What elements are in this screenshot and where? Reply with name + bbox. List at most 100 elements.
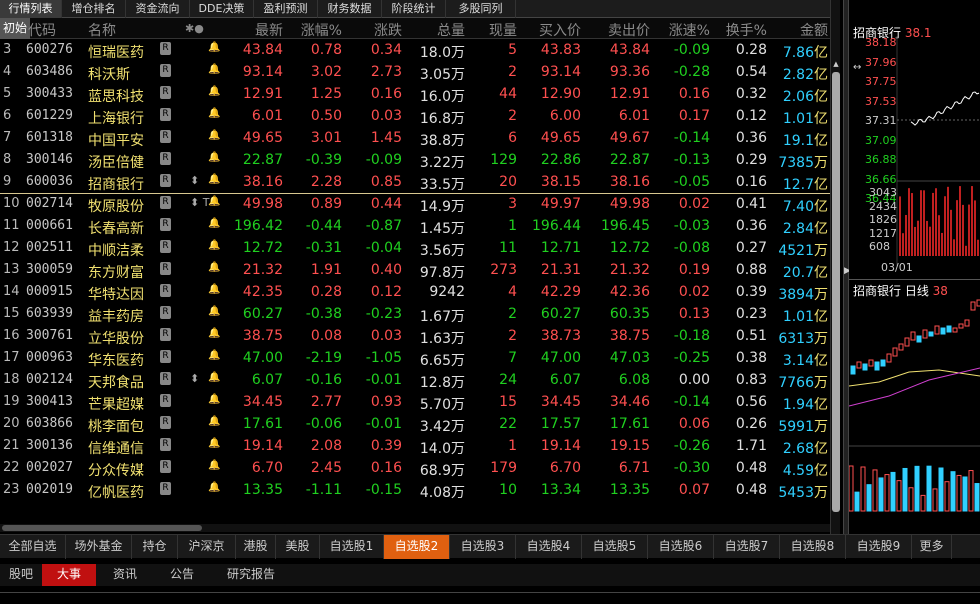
watchlist-tab[interactable]: 沪深京 <box>178 535 236 559</box>
bell-icon[interactable]: 🔔 <box>208 152 220 163</box>
cell-amount: 2.82亿 <box>782 67 828 83</box>
watchlist-tab[interactable]: 全部自选 <box>0 535 66 559</box>
watchlist-tab[interactable]: 自选股5 <box>582 535 648 559</box>
cell-vol: 3.05万 <box>419 67 465 83</box>
watchlist-tab[interactable]: 自选股6 <box>648 535 714 559</box>
top-tab[interactable]: 增仓排名 <box>62 0 126 18</box>
table-row[interactable]: 12 002511 中顺洁柔 R 🔔 12.72 -0.31 -0.04 3.56万 11 12.7… <box>0 238 830 260</box>
table-row[interactable]: 4 603486 科沃斯 R 🔔 93.14 3.02 2.73 3.05万 2 93.14 93.3… <box>0 62 830 84</box>
bell-icon[interactable]: 🔔 <box>208 240 220 251</box>
bell-icon[interactable]: 🔔 <box>208 372 220 383</box>
table-row[interactable]: 14 000915 华特达因 R 🔔 42.35 0.28 0.12 9242 4 42.29 42.… <box>0 282 830 304</box>
table-row[interactable]: 6 601229 上海银行 R 🔔 6.01 0.50 0.03 16.8万 2 6.00 6.01 0… <box>0 106 830 128</box>
table-row[interactable]: 13 300059 东方财富 R 🔔 21.32 1.91 0.40 97.8万 273 21.31… <box>0 260 830 282</box>
top-tab[interactable]: 多股同列 <box>446 0 516 18</box>
table-row[interactable]: 9 600036 招商银行 R ⬍ 🔔 38.16 2.28 0.85 33.5万 20 38.15 3… <box>0 172 830 194</box>
watchlist-tab[interactable]: 港股 <box>236 535 276 559</box>
volume-label: 3043 <box>869 186 897 199</box>
bell-icon[interactable]: 🔔 <box>208 416 220 427</box>
top-tab[interactable]: 阶段统计 <box>382 0 446 18</box>
table-row[interactable]: 19 300413 芒果超媒 R 🔔 34.45 2.77 0.93 5.70万 15 34.45 3… <box>0 392 830 414</box>
top-tab[interactable]: 盈利预测 <box>254 0 318 18</box>
bell-icon[interactable]: 🔔 <box>208 64 220 75</box>
scroll-thumb[interactable] <box>832 72 840 512</box>
stock-name: 上海银行 <box>88 111 144 127</box>
col-chgpct[interactable]: 涨幅% <box>301 20 342 40</box>
volume-bar <box>971 186 973 256</box>
bell-icon[interactable]: 🔔 <box>208 108 220 119</box>
cell-turn: 0.36 <box>735 130 767 146</box>
bell-icon[interactable]: 🔔 <box>208 306 220 317</box>
bell-icon[interactable]: 🔔 <box>208 86 220 97</box>
bell-icon[interactable]: 🔔 <box>208 196 220 207</box>
bell-icon[interactable]: 🔔 <box>208 350 220 361</box>
news-tab[interactable]: 资讯 <box>96 564 154 586</box>
table-row[interactable]: 15 603939 益丰药房 R 🔔 60.27 -0.38 -0.23 1.67万 2 60.27… <box>0 304 830 326</box>
watchlist-tab[interactable]: 更多 <box>912 535 952 559</box>
hscroll-thumb[interactable] <box>2 525 202 531</box>
news-tab[interactable]: 股吧 <box>0 564 42 586</box>
top-tab[interactable]: 行情列表 <box>0 0 62 18</box>
bell-icon[interactable]: 🔔 <box>208 42 220 53</box>
watchlist-tab[interactable]: 自选股2 <box>384 535 450 559</box>
watchlist-tab[interactable]: 持仓 <box>132 535 178 559</box>
cell-ask: 6.01 <box>618 108 650 124</box>
watchlist-tab[interactable]: 自选股4 <box>516 535 582 559</box>
bell-icon[interactable]: 🔔 <box>208 174 220 185</box>
horizontal-scrollbar[interactable] <box>0 524 830 532</box>
table-row[interactable]: 17 000963 华东医药 R 🔔 47.00 -2.19 -1.05 6.65万 7 47.00… <box>0 348 830 370</box>
col-code[interactable]: 代码 <box>28 20 56 40</box>
table-row[interactable]: 21 300136 信维通信 R 🔔 19.14 2.08 0.39 14.0万 1 19.14 19… <box>0 436 830 458</box>
top-tab[interactable]: 财务数据 <box>318 0 382 18</box>
table-row[interactable]: 11 000661 长春高新 R 🔔 196.42 -0.44 -0.87 1.45万 1 196.… <box>0 216 830 238</box>
table-row[interactable]: 18 002124 天邦食品 R ⬍ 🔔 6.07 -0.16 -0.01 12.8万 24 6.07… <box>0 370 830 392</box>
bell-icon[interactable]: 🔔 <box>208 482 220 493</box>
col-ask[interactable]: 卖出价 <box>608 20 650 40</box>
watchlist-tab[interactable]: 自选股8 <box>780 535 846 559</box>
bell-icon[interactable]: 🔔 <box>208 394 220 405</box>
table-row[interactable]: 23 002019 亿帆医药 R 🔔 13.35 -1.11 -0.15 4.08万 10 13.3… <box>0 480 830 502</box>
col-vol[interactable]: 总量 <box>437 20 465 40</box>
bell-icon[interactable]: 🔔 <box>208 460 220 471</box>
bell-icon[interactable]: 🔔 <box>208 218 220 229</box>
news-tab[interactable]: 研究报告 <box>210 564 292 586</box>
table-row[interactable]: 16 300761 立华股份 R 🔔 38.75 0.08 0.03 1.63万 2 38.73 38… <box>0 326 830 348</box>
col-amount[interactable]: 金额 <box>800 20 828 40</box>
col-chg[interactable]: 涨跌 <box>374 20 402 40</box>
watchlist-tab[interactable]: 自选股9 <box>846 535 912 559</box>
table-row[interactable]: 8 300146 汤臣倍健 R 🔔 22.87 -0.39 -0.09 3.22万 129 22.8… <box>0 150 830 172</box>
top-tab[interactable]: DDE决策 <box>190 0 254 18</box>
watchlist-tab[interactable]: 美股 <box>276 535 320 559</box>
col-name[interactable]: 名称 <box>88 20 116 40</box>
scroll-up-icon[interactable]: ▲ <box>832 60 840 70</box>
col-last[interactable]: 最新 <box>255 20 283 40</box>
table-row[interactable]: 20 603866 桃李面包 R 🔔 17.61 -0.06 -0.01 3.42万 22 17.5… <box>0 414 830 436</box>
table-row[interactable]: 3 600276 恒瑞医药 R 🔔 43.84 0.78 0.34 18.0万 5 43.83 43.… <box>0 40 830 62</box>
watchlist-tab[interactable]: 自选股1 <box>320 535 384 559</box>
bell-icon[interactable]: 🔔 <box>208 438 220 449</box>
table-row[interactable]: 10 002714 牧原股份 R ⬍ T 🔔 49.98 0.89 0.44 14.9万 3 49.9… <box>0 194 830 216</box>
col-bid[interactable]: 买入价 <box>539 20 581 40</box>
watchlist-tab[interactable]: 自选股3 <box>450 535 516 559</box>
table-row[interactable]: 5 300433 蓝思科技 R 🔔 12.91 1.25 0.16 16.0万 44 12.90 12… <box>0 84 830 106</box>
col-speed[interactable]: 涨速% <box>669 20 710 40</box>
col-marks[interactable]: ✱● <box>185 22 204 35</box>
col-cur[interactable]: 现量 <box>489 20 517 40</box>
stock-code: 603939 <box>26 306 73 321</box>
watchlist-tab[interactable]: 场外基金 <box>66 535 132 559</box>
table-row[interactable]: 22 002027 分众传媒 R 🔔 6.70 2.45 0.16 68.9万 179 6.70 6.… <box>0 458 830 480</box>
news-tab[interactable]: 公告 <box>154 564 210 586</box>
watchlist-tab[interactable]: 自选股7 <box>714 535 780 559</box>
col-first[interactable]: 初始 <box>0 18 31 39</box>
top-tab[interactable]: 资金流向 <box>126 0 190 18</box>
stock-name: 天邦食品 <box>88 375 144 391</box>
bell-icon[interactable]: 🔔 <box>208 328 220 339</box>
news-tab[interactable]: 大事 <box>42 564 96 586</box>
col-turn[interactable]: 换手% <box>726 20 767 40</box>
vertical-scrollbar[interactable]: ▲ <box>830 0 840 535</box>
bell-icon[interactable]: 🔔 <box>208 130 220 141</box>
bell-icon[interactable]: 🔔 <box>208 262 220 273</box>
bell-icon[interactable]: 🔔 <box>208 284 220 295</box>
table-row[interactable]: 7 601318 中国平安 R 🔔 49.65 3.01 1.45 38.8万 6 49.65 49.… <box>0 128 830 150</box>
cell-chg: -1.05 <box>365 350 402 366</box>
